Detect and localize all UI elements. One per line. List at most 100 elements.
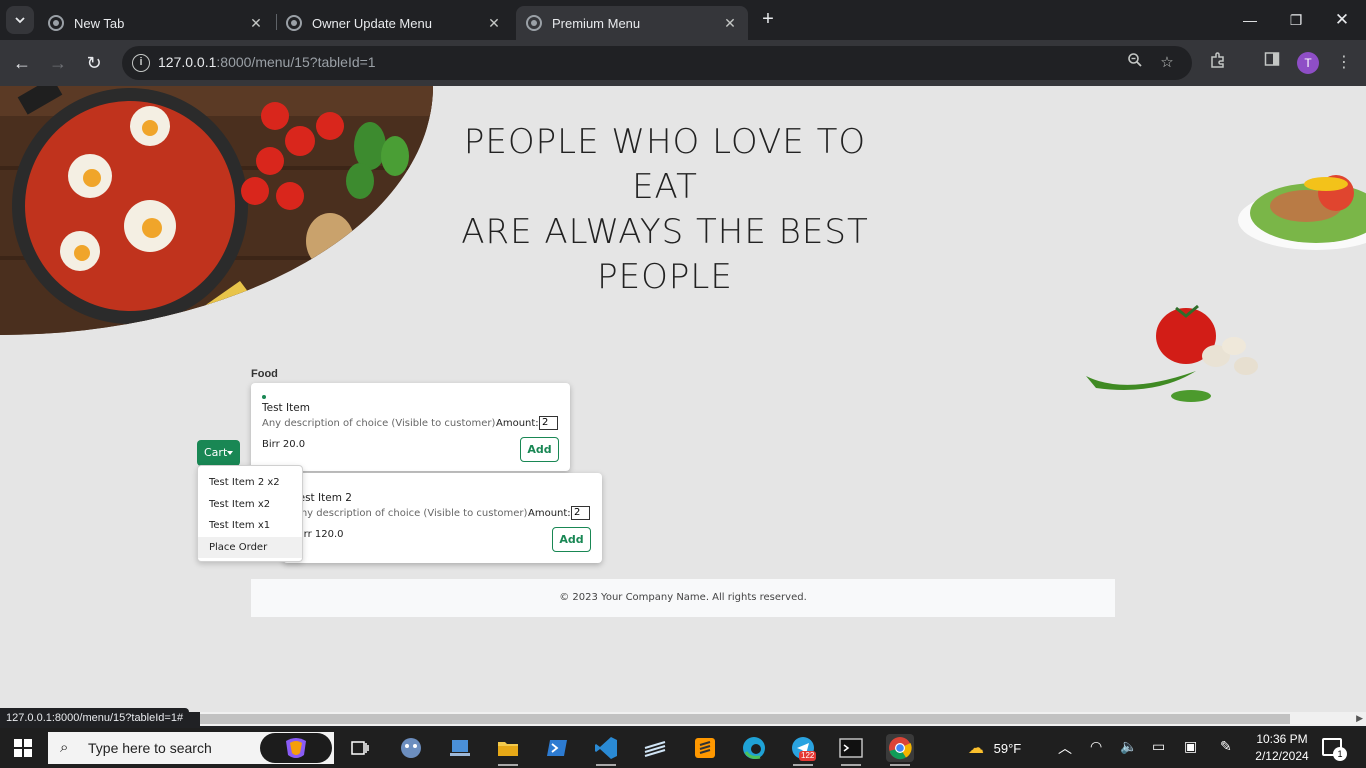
chrome-taskbar-icon[interactable] <box>886 734 914 766</box>
amount-label: Amount: <box>528 508 571 519</box>
weather-temp: 59°F <box>993 741 1022 756</box>
cart-entry[interactable]: Test Item x1 <box>198 515 302 537</box>
place-order-button[interactable]: Place Order <box>198 536 302 558</box>
reload-icon[interactable]: ↻ <box>82 51 106 75</box>
section-title: Food <box>251 368 278 380</box>
menu-item-card: Test Item Any description of choice (Vis… <box>251 383 570 471</box>
site-info-icon[interactable]: i <box>132 54 150 72</box>
more-menu-icon[interactable]: ⋮ <box>1332 51 1356 75</box>
bookmark-star-icon[interactable]: ☆ <box>1156 52 1178 74</box>
vscode-icon[interactable] <box>592 734 620 766</box>
close-icon[interactable]: ✕ <box>486 15 502 32</box>
status-bar-url: 127.0.0.1:8000/menu/15?tableId=1# <box>0 708 190 728</box>
chevron-up-icon[interactable]: ︿ <box>1058 738 1072 758</box>
cart-entry[interactable]: Test Item x2 <box>198 494 302 516</box>
amount-input[interactable]: 2 <box>539 416 558 430</box>
weather-widget[interactable]: ☁ 59°F <box>968 738 1021 758</box>
headline-line: ARE ALWAYS THE BEST <box>461 212 869 252</box>
horizontal-scrollbar[interactable]: ▶ <box>200 712 1366 726</box>
forward-icon[interactable]: → <box>46 51 70 75</box>
hero-food-image <box>0 86 433 335</box>
telegram-icon[interactable]: 122 <box>789 734 817 766</box>
scrollbar-thumb[interactable] <box>200 714 1290 724</box>
pan-shakshuka-image <box>0 86 433 335</box>
sublime-text-icon[interactable] <box>691 734 719 762</box>
url-host: 127.0.0.1 <box>158 54 217 70</box>
clock-date: 2/12/2024 <box>1255 749 1309 763</box>
tab-owner-update-menu[interactable]: Owner Update Menu ✕ <box>276 6 512 40</box>
tab-title: Premium Menu <box>552 15 641 31</box>
tab-search-button[interactable] <box>6 6 34 34</box>
caret-down-icon <box>227 451 233 455</box>
new-tab-button[interactable]: + <box>756 8 780 32</box>
cart-entry[interactable]: Test Item 2 x2 <box>198 472 302 494</box>
salad-plate-image <box>1238 175 1366 250</box>
clock-time: 10:36 PM <box>1256 732 1308 746</box>
app-icon-gamepad[interactable] <box>397 734 425 762</box>
page-footer: © 2023 Your Company Name. All rights res… <box>251 579 1115 617</box>
cart-label: Cart <box>204 446 228 459</box>
status-dot <box>262 395 266 399</box>
vegetables-image <box>1086 304 1258 402</box>
notification-badge: 122 <box>799 751 817 761</box>
cloud-icon: ☁ <box>968 740 984 757</box>
app-icon-laptop[interactable] <box>446 734 474 762</box>
tab-premium-menu[interactable]: Premium Menu ✕ <box>516 6 748 40</box>
hero-headline: PEOPLE WHO LOVE TO EAT ARE ALWAYS THE BE… <box>460 120 870 300</box>
tab-new-tab[interactable]: New Tab ✕ <box>38 6 274 40</box>
close-icon[interactable]: ✕ <box>248 15 264 32</box>
pen-icon[interactable]: ✎ <box>1220 738 1232 755</box>
notification-count: 1 <box>1333 747 1347 761</box>
minimize-icon[interactable]: — <box>1238 8 1262 32</box>
tab-strip: New Tab ✕ Owner Update Menu ✕ Premium Me… <box>0 0 1366 40</box>
copilot-icon[interactable] <box>260 733 332 763</box>
close-icon[interactable]: ✕ <box>722 15 738 32</box>
chevron-down-icon <box>15 17 25 24</box>
task-view-icon[interactable] <box>346 734 374 762</box>
zoom-icon[interactable] <box>1124 52 1146 74</box>
headline-line: PEOPLE <box>597 257 733 297</box>
page-content: PEOPLE WHO LOVE TO EAT ARE ALWAYS THE BE… <box>0 86 1366 712</box>
address-bar[interactable]: i 127.0.0.1:8000/menu/15?tableId=1 ☆ <box>122 46 1192 80</box>
wifi-icon[interactable]: ◠ <box>1090 738 1102 755</box>
taskbar-search-box[interactable]: ⌕ Type here to search <box>48 732 334 764</box>
side-panel-icon[interactable] <box>1260 51 1284 75</box>
volume-icon[interactable]: 🔈 <box>1120 738 1137 755</box>
close-window-icon[interactable]: ✕ <box>1330 8 1354 32</box>
amount-label: Amount: <box>496 418 539 429</box>
tab-title: Owner Update Menu <box>312 15 432 31</box>
extensions-icon[interactable] <box>1206 51 1230 75</box>
windows-start-icon[interactable] <box>14 739 32 757</box>
app-icon-stack[interactable] <box>641 734 669 762</box>
restore-icon[interactable]: ❐ <box>1284 8 1308 32</box>
powershell-icon[interactable] <box>543 734 571 762</box>
browser-toolbar: ← → ↻ i 127.0.0.1:8000/menu/15?tableId=1… <box>0 40 1366 86</box>
scroll-right-icon[interactable]: ▶ <box>1356 713 1363 724</box>
cart-button[interactable]: Cart <box>197 440 240 466</box>
chrome-icon <box>48 15 64 31</box>
file-explorer-icon[interactable] <box>494 734 522 766</box>
cart-dropdown-menu: Test Item 2 x2 Test Item x2 Test Item x1… <box>197 465 303 562</box>
terminal-icon[interactable] <box>837 734 865 766</box>
back-icon[interactable]: ← <box>10 51 34 75</box>
battery-icon[interactable]: ▭ <box>1152 738 1165 755</box>
globe-icon <box>286 15 302 31</box>
headline-line: EAT <box>632 167 698 207</box>
tab-title: New Tab <box>74 15 125 31</box>
display-icon[interactable]: ▣ <box>1184 738 1197 755</box>
url-path: :8000/menu/15?tableId=1 <box>216 54 376 70</box>
menu-item-card: Test Item 2 Any description of choice (V… <box>283 473 602 563</box>
globe-icon <box>526 15 542 31</box>
search-placeholder: Type here to search <box>88 740 212 756</box>
profile-avatar[interactable]: T <box>1297 52 1319 74</box>
taskbar: ⌕ Type here to search 122 ☁ 59°F ︿ ◠ 🔈 ▭… <box>0 728 1366 768</box>
taskbar-clock[interactable]: 10:36 PM 2/12/2024 <box>1250 731 1314 765</box>
item-description: Any description of choice (Visible to cu… <box>262 418 496 429</box>
edge-icon[interactable] <box>740 734 768 762</box>
amount-input[interactable]: 2 <box>571 506 590 520</box>
headline-line: PEOPLE WHO LOVE TO <box>463 122 867 162</box>
add-button[interactable]: Add <box>552 527 591 552</box>
add-button[interactable]: Add <box>520 437 559 462</box>
search-icon: ⌕ <box>60 739 69 756</box>
url-text[interactable]: 127.0.0.1:8000/menu/15?tableId=1 <box>158 54 376 70</box>
